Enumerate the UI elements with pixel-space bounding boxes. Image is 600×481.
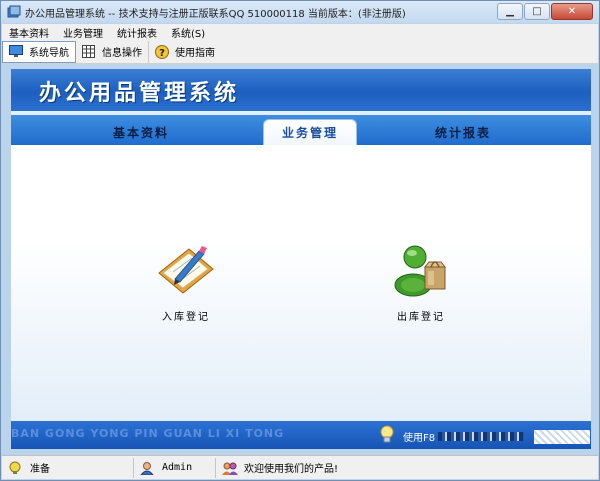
menu-item-system[interactable]: 系统(S) [164,25,212,40]
toolbar: 系统导航 信息操作 ? 使用指南 [2,40,598,64]
main-panel: 办公用品管理系统 基本资料 业务管理 统计报表 入库登记 出库登记 BAN GO… [11,69,591,449]
toolbar-system-nav-button[interactable]: 系统导航 [2,40,76,63]
toolbar-guide-button[interactable]: ? 使用指南 [149,41,221,63]
app-banner: 办公用品管理系统 [11,69,591,111]
title-bar: 办公用品管理系统 -- 技术支持与注册正版联系QQ 510000118 当前版本… [1,1,599,23]
menu-item-basic-data[interactable]: 基本资料 [2,25,56,40]
banner-title: 办公用品管理系统 [39,80,240,106]
user-icon [139,461,155,475]
tab-basic-data[interactable]: 基本资料 [81,119,201,145]
toolbar-system-nav-label: 系统导航 [29,48,69,59]
status-welcome-text: 欢迎使用我们的产品! [244,464,339,475]
status-user-cell: Admin [134,457,216,478]
pinyin-caption: BAN GONG YONG PIN GUAN LI XI TONG [11,427,285,440]
status-ready-cell: 准备 [2,457,134,478]
lightbulb-icon [379,425,395,448]
stock-in-label: 入库登记 [162,312,210,323]
toolbar-info-ops-label: 信息操作 [102,48,142,59]
tab-business[interactable]: 业务管理 [263,119,357,145]
window-controls: ▁ □ ✕ [496,3,593,20]
person-bag-icon [391,241,451,300]
footer-bar: BAN GONG YONG PIN GUAN LI XI TONG 使用F8 [11,421,591,449]
menu-item-business[interactable]: 业务管理 [56,25,110,40]
tab-business-label: 业务管理 [281,126,338,140]
help-icon: ? [155,45,169,59]
app-window: 办公用品管理系统 -- 技术支持与注册正版联系QQ 510000118 当前版本… [0,0,600,481]
lightbulb-status-icon [8,461,22,475]
stock-in-module[interactable]: 入库登记 [141,245,231,323]
f8-hint: 使用F8 [379,425,591,448]
redacted-text [438,432,525,441]
close-icon: ✕ [567,6,577,17]
toolbar-info-ops-button[interactable]: 信息操作 [76,40,149,63]
app-icon [7,5,21,19]
maximize-icon: □ [532,6,542,17]
maximize-button[interactable]: □ [524,3,550,20]
toolbar-guide-label: 使用指南 [175,48,215,59]
stock-out-module[interactable]: 出库登记 [376,241,466,323]
close-button[interactable]: ✕ [551,3,593,20]
f8-hint-text: 使用F8 [403,433,436,444]
table-icon [82,45,96,58]
tab-bar: 基本资料 业务管理 统计报表 [11,115,591,145]
status-user-text: Admin [162,462,193,473]
status-bar: 准备 Admin 欢迎使用我们的产品! [2,455,598,479]
status-ready-text: 准备 [30,464,50,475]
minimize-icon: ▁ [506,6,514,17]
tab-basic-data-label: 基本资料 [112,125,169,140]
minimize-button[interactable]: ▁ [497,3,523,20]
stock-out-label: 出库登记 [397,312,445,323]
clipboard-pen-icon [155,245,217,300]
watermark-overlay [534,429,591,444]
users-group-icon [222,461,238,475]
window-title: 办公用品管理系统 -- 技术支持与注册正版联系QQ 510000118 当前版本… [25,8,406,20]
menu-item-reports[interactable]: 统计报表 [110,25,164,40]
tab-reports[interactable]: 统计报表 [403,119,523,145]
status-welcome-cell: 欢迎使用我们的产品! [216,458,344,478]
svg-text:?: ? [159,48,165,59]
menu-bar: 基本资料 业务管理 统计报表 系统(S) [2,24,598,40]
module-area: 入库登记 出库登记 [11,145,591,421]
monitor-icon [9,45,23,58]
tab-reports-label: 统计报表 [434,125,491,140]
